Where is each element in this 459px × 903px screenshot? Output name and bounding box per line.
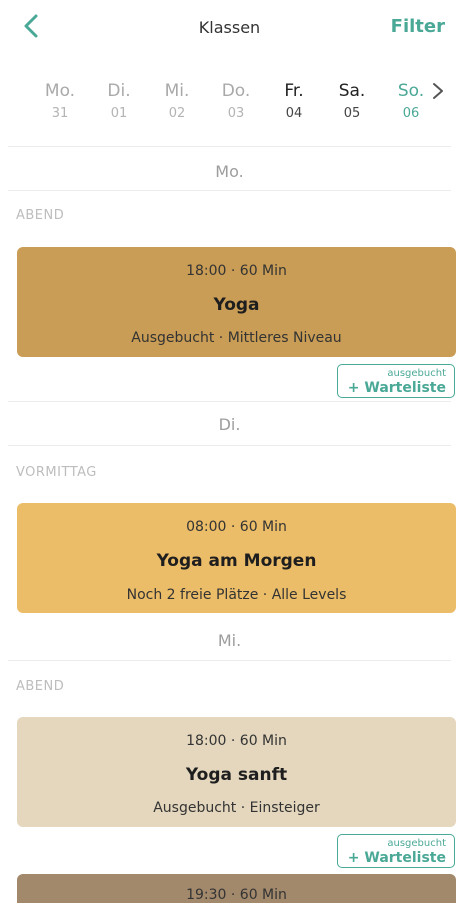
class-card-yoga-sanft[interactable]: 18:00 · 60 Min Yoga sanft Ausgebucht · E… (17, 717, 456, 827)
class-card-yoga-am-morgen[interactable]: 08:00 · 60 Min Yoga am Morgen Noch 2 fre… (17, 503, 456, 613)
class-name: Yoga sanft (185, 765, 288, 785)
class-time: 18:00 · 60 Min (186, 263, 287, 279)
day-name: Do. (221, 81, 251, 101)
week-strip: Mo. 31 Di. 01 Mi. 02 Do. 03 Fr. 04 Sa. 0… (0, 80, 459, 130)
class-info: Noch 2 freie Plätze · Alle Levels (126, 587, 347, 603)
day-tab-wed[interactable]: Mi. 02 (152, 80, 202, 121)
waitlist-button[interactable]: ausgebucht + Warteliste (337, 834, 455, 868)
day-number: 06 (402, 106, 420, 121)
waitlist-label: + Warteliste (347, 380, 446, 396)
day-tab-thu[interactable]: Do. 03 (211, 80, 261, 121)
day-tab-fri[interactable]: Fr. 04 (269, 80, 319, 121)
section-label-morning: VORMITTAG (16, 465, 97, 480)
waitlist-status: ausgebucht (387, 838, 446, 849)
day-header-wed: Mi. (217, 631, 242, 650)
day-number: 05 (343, 106, 361, 121)
next-week-button[interactable] (427, 80, 449, 102)
class-info: Ausgebucht · Mittleres Niveau (131, 330, 342, 346)
waitlist-button[interactable]: ausgebucht + Warteliste (337, 364, 455, 398)
class-name: Yoga am Morgen (156, 551, 317, 571)
divider (8, 190, 451, 191)
divider (8, 445, 451, 446)
day-tab-sat[interactable]: Sa. 05 (327, 80, 377, 121)
class-name: Yoga (213, 295, 260, 315)
day-number: 31 (51, 106, 69, 121)
class-info: Ausgebucht · Einsteiger (153, 800, 320, 816)
class-time: 19:30 · 60 Min (186, 887, 287, 903)
day-name: Di. (107, 81, 131, 101)
class-time: 08:00 · 60 Min (186, 519, 287, 535)
top-bar: Klassen Filter (0, 0, 459, 58)
section-label-evening: ABEND (16, 679, 65, 694)
day-header-tue: Di. (218, 415, 241, 434)
divider (8, 660, 451, 661)
divider (8, 401, 451, 402)
day-number: 01 (110, 106, 128, 121)
section-label-evening: ABEND (16, 208, 65, 223)
day-tab-tue[interactable]: Di. 01 (94, 80, 144, 121)
class-card-yoga[interactable]: 18:00 · 60 Min Yoga Ausgebucht · Mittler… (17, 247, 456, 357)
day-number: 03 (227, 106, 245, 121)
class-time: 18:00 · 60 Min (186, 733, 287, 749)
chevron-right-icon (433, 83, 443, 99)
day-name: Sa. (338, 81, 366, 101)
waitlist-status: ausgebucht (387, 368, 446, 379)
day-name: Mi. (164, 81, 190, 101)
waitlist-label: + Warteliste (347, 850, 446, 866)
day-name: Mo. (44, 81, 76, 101)
divider (8, 146, 451, 147)
day-number: 04 (285, 106, 303, 121)
day-header-mon: Mo. (215, 162, 244, 181)
day-tab-mon[interactable]: Mo. 31 (35, 80, 85, 121)
day-name: Fr. (284, 81, 304, 101)
filter-button[interactable]: Filter (391, 16, 445, 37)
day-number: 02 (168, 106, 186, 121)
class-card-partial[interactable]: 19:30 · 60 Min (17, 874, 456, 903)
